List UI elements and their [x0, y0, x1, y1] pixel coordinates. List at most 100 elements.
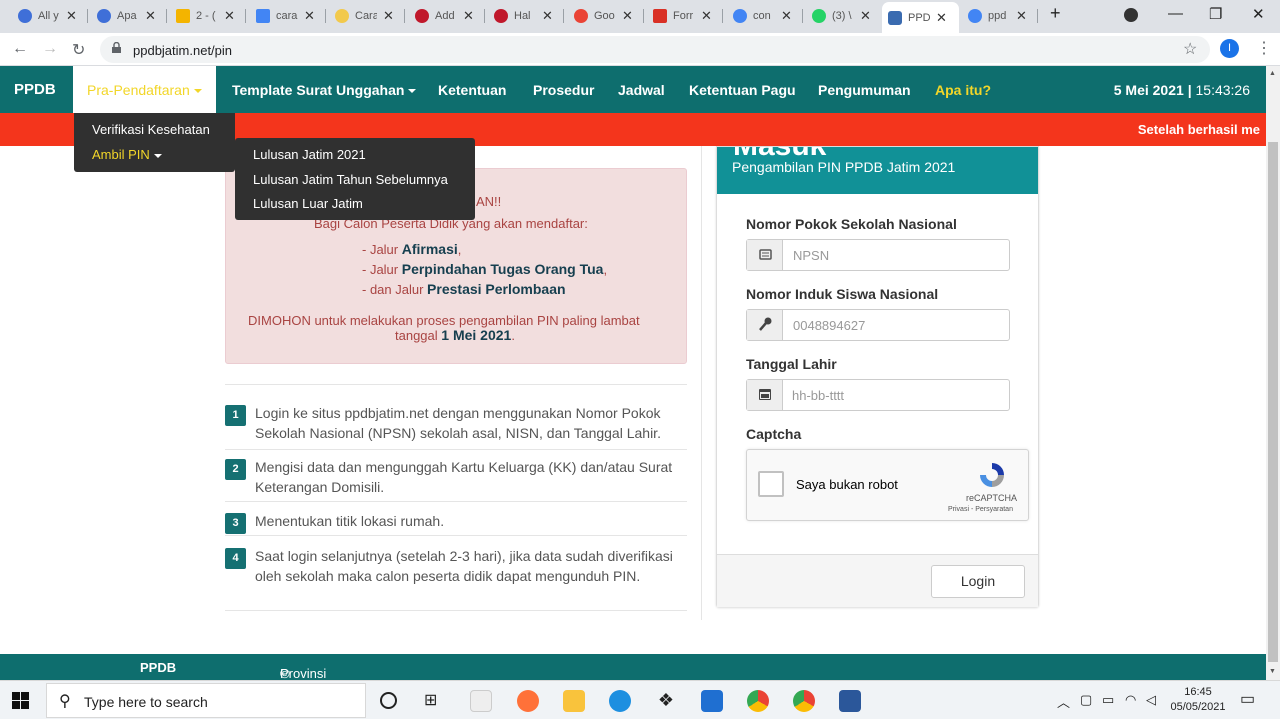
- close-tab-icon[interactable]: ✕: [304, 8, 315, 24]
- site-f-icon: [494, 9, 508, 23]
- nav-pra-pendaftaran[interactable]: Pra-Pendaftaran: [73, 66, 216, 113]
- browser-tab[interactable]: Forr ✕: [647, 4, 723, 28]
- browser-tab[interactable]: 2 - (✕: [170, 4, 246, 28]
- browser-tab[interactable]: con ✕: [727, 4, 803, 28]
- page-scrollbar[interactable]: ▲ ▼: [1266, 66, 1280, 680]
- site-f-icon: [415, 9, 429, 23]
- captcha-label: Captcha: [746, 426, 802, 442]
- nav-apa-itu[interactable]: Apa itu?: [935, 82, 991, 98]
- profile-avatar[interactable]: I: [1220, 39, 1239, 58]
- step-item: 4 Saat login selanjutnya (setelah 2-3 har…: [225, 546, 687, 611]
- meet-now-icon[interactable]: ▢: [1080, 692, 1092, 708]
- scroll-down-icon[interactable]: ▼: [1269, 668, 1276, 675]
- nav-template-surat[interactable]: Template Surat Unggahan: [232, 82, 417, 98]
- edge-icon[interactable]: [609, 690, 631, 712]
- browser-tab[interactable]: ppd ✕: [962, 4, 1038, 28]
- browser-tab[interactable]: Hal ✕: [488, 4, 564, 28]
- nisn-input[interactable]: 0048894627: [746, 309, 1010, 341]
- submenu-item-lulusan-luar-jatim[interactable]: Lulusan Luar Jatim: [253, 196, 363, 211]
- url-text: ppdbjatim.net/pin: [133, 43, 233, 58]
- menu-item-verifikasi-kesehatan[interactable]: Verifikasi Kesehatan: [92, 122, 210, 137]
- omnibox[interactable]: ppdbjatim.net/pin: [100, 36, 1210, 63]
- close-tab-icon[interactable]: ✕: [383, 8, 394, 24]
- word-icon[interactable]: [839, 690, 861, 712]
- tab-search-icon[interactable]: [1124, 8, 1138, 22]
- cortana-icon[interactable]: [380, 692, 397, 709]
- google-icon: [574, 9, 588, 23]
- mail-icon[interactable]: [701, 690, 723, 712]
- caret-down-icon: [193, 89, 202, 94]
- close-tab-icon[interactable]: ✕: [622, 8, 633, 24]
- browser-tab[interactable]: All y ✕: [12, 4, 88, 28]
- divider: [225, 384, 687, 385]
- dropbox-icon[interactable]: ❖: [655, 690, 677, 712]
- browser-tab[interactable]: Cara ✕: [329, 4, 405, 28]
- close-tab-icon[interactable]: ✕: [936, 10, 947, 26]
- volume-icon[interactable]: ◁: [1146, 692, 1156, 708]
- windows-taskbar: ⚲ Type here to search ⊞ ❖ ︿ ▢ ▭ ◠ ◁ 16:4…: [0, 680, 1280, 719]
- windows-start-icon[interactable]: [12, 692, 29, 709]
- battery-icon[interactable]: ▭: [1102, 692, 1114, 708]
- close-tab-icon[interactable]: ✕: [1016, 8, 1027, 24]
- browser-menu-icon[interactable]: ⋮: [1256, 38, 1272, 58]
- back-icon[interactable]: ←: [12, 40, 28, 58]
- new-tab-icon[interactable]: +: [1050, 3, 1061, 24]
- nav-ketentuan-pagu[interactable]: Ketentuan Pagu: [689, 82, 796, 98]
- nav-ketentuan[interactable]: Ketentuan: [438, 82, 506, 98]
- bookmark-star-icon[interactable]: ☆: [1183, 39, 1197, 59]
- scrollbar-thumb[interactable]: [1268, 142, 1278, 662]
- browser-tab[interactable]: (3) \ ✕: [806, 4, 882, 28]
- recaptcha-logo-icon: [980, 463, 1004, 487]
- deadline-date: tanggal 1 Mei 2021.: [395, 327, 515, 343]
- recaptcha-checkbox[interactable]: [758, 471, 784, 497]
- task-view-icon[interactable]: ⊞: [424, 690, 446, 712]
- scroll-up-icon[interactable]: ▲: [1269, 70, 1276, 77]
- nav-pengumuman[interactable]: Pengumuman: [818, 82, 911, 98]
- close-tab-icon[interactable]: ✕: [781, 8, 792, 24]
- step-item: 2 Mengisi data dan mengunggah Kartu Kelua…: [225, 457, 687, 502]
- browser-tab[interactable]: Apa ✕: [91, 4, 167, 28]
- step-item: 1 Login ke situs ppdbjatim.net dengan men…: [225, 403, 687, 450]
- system-clock[interactable]: 16:45 05/05/2021: [1170, 685, 1226, 715]
- nav-jadwal[interactable]: Jadwal: [618, 82, 665, 98]
- login-button[interactable]: Login: [931, 565, 1025, 598]
- site-brand[interactable]: PPDB: [14, 81, 56, 98]
- chrome-icon: [18, 9, 32, 23]
- taskbar-search-box[interactable]: ⚲ Type here to search: [46, 683, 366, 718]
- nav-prosedur[interactable]: Prosedur: [533, 82, 594, 98]
- submenu-item-lulusan-jatim-2021[interactable]: Lulusan Jatim 2021: [253, 147, 366, 162]
- menu-item-ambil-pin[interactable]: Ambil PIN: [92, 147, 162, 162]
- minimize-icon[interactable]: —: [1168, 5, 1183, 22]
- notifications-icon[interactable]: ▭: [1240, 689, 1255, 709]
- google-drive-icon: [176, 9, 190, 23]
- calendar-icon: [747, 380, 783, 410]
- submenu-item-lulusan-jatim-sebelumnya[interactable]: Lulusan Jatim Tahun Sebelumnya: [253, 172, 448, 187]
- column-divider: [701, 146, 702, 620]
- browser-tab[interactable]: cara ✕: [250, 4, 326, 28]
- reload-icon[interactable]: ↻: [72, 40, 85, 60]
- close-tab-icon[interactable]: ✕: [145, 8, 156, 24]
- close-tab-icon[interactable]: ✕: [542, 8, 553, 24]
- chrome-profile-icon[interactable]: [793, 690, 815, 712]
- restore-icon[interactable]: ❐: [1209, 5, 1222, 23]
- close-window-icon[interactable]: ✕: [1252, 5, 1265, 23]
- browser-tab[interactable]: Add ✕: [409, 4, 485, 28]
- amazon-icon[interactable]: [470, 690, 492, 712]
- browser-tab-active[interactable]: PPD ✕: [882, 2, 959, 33]
- close-tab-icon[interactable]: ✕: [701, 8, 712, 24]
- tray-chevron-icon[interactable]: ︿: [1057, 692, 1070, 711]
- dob-input[interactable]: hh-bb-tttt: [746, 379, 1010, 411]
- npsn-input[interactable]: NPSN: [746, 239, 1010, 271]
- wifi-icon[interactable]: ◠: [1125, 692, 1136, 708]
- close-tab-icon[interactable]: ✕: [224, 8, 235, 24]
- close-tab-icon[interactable]: ✕: [860, 8, 871, 24]
- alert-line: - Jalur Afirmasi,: [362, 241, 462, 257]
- forward-icon[interactable]: →: [42, 40, 58, 58]
- close-tab-icon[interactable]: ✕: [463, 8, 474, 24]
- firefox-icon[interactable]: [517, 690, 539, 712]
- chrome-icon[interactable]: [747, 690, 769, 712]
- close-tab-icon[interactable]: ✕: [66, 8, 77, 24]
- browser-tab[interactable]: Goo ✕: [568, 4, 644, 28]
- file-explorer-icon[interactable]: [563, 690, 585, 712]
- dob-label: Tanggal Lahir: [746, 356, 837, 372]
